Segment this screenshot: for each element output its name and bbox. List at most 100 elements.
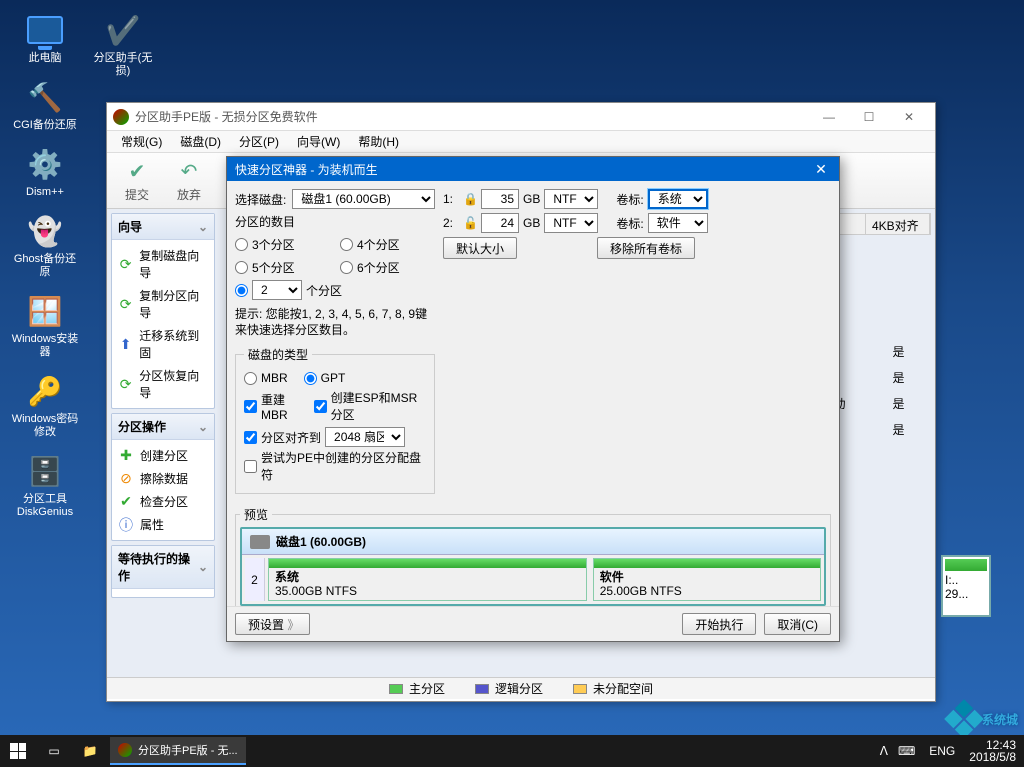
titlebar: 分区助手PE版 - 无损分区免费软件 — ☐ ✕ [107, 103, 935, 131]
desktop-icon[interactable]: 此电脑 [10, 10, 80, 65]
desktop-icon[interactable]: ✔️分区助手(无损) [88, 10, 158, 78]
fs-select[interactable]: NTFS [544, 213, 598, 233]
clock-date: 2018/5/8 [969, 751, 1016, 763]
custom-count-radio[interactable] [235, 284, 248, 297]
quick-partition-dialog: 快速分区神器 - 为装机而生 ✕ 选择磁盘: 磁盘1 (60.00GB) 分区的… [226, 156, 840, 642]
count-radio[interactable]: 3个分区 [235, 236, 330, 253]
size-input[interactable] [481, 213, 519, 233]
legend-item: 逻辑分区 [475, 680, 543, 697]
sidebar-item[interactable]: ⬆迁移系统到固 [116, 324, 210, 364]
fs-select[interactable]: NTFS [544, 189, 598, 209]
disk-icon [250, 535, 270, 549]
maximize-button[interactable]: ☐ [849, 106, 889, 128]
taskbar-app-icon [118, 743, 132, 757]
legend-item: 主分区 [389, 680, 445, 697]
desktop-icon[interactable]: 🗄️分区工具DiskGenius [10, 451, 80, 519]
rb-size: 29... [945, 587, 987, 601]
disk-preview: 磁盘1 (60.00GB) 2系统35.00GB NTFS软件25.00GB N… [240, 527, 826, 606]
default-size-button[interactable]: 默认大小 [443, 237, 517, 259]
sidebar-item[interactable]: ⟳复制磁盘向导 [116, 244, 210, 284]
try-pe-check[interactable]: 尝试为PE中创建的分区分配盘符 [244, 449, 426, 483]
panel-header[interactable]: 等待执行的操作⌄ [112, 546, 214, 589]
disk-select-label: 选择磁盘: [235, 191, 286, 208]
menu-item[interactable]: 分区(P) [231, 131, 287, 152]
start-button[interactable] [0, 735, 36, 767]
task-view-button[interactable]: ▭ [36, 744, 72, 758]
watermark: 系统城 [950, 705, 1018, 733]
sidebar-item[interactable]: ⊘擦除数据 [116, 467, 210, 490]
panel-header[interactable]: 分区操作⌄ [112, 414, 214, 440]
taskbar-app[interactable]: 分区助手PE版 - 无... [110, 737, 246, 765]
desktop-icons-col1: 此电脑 🔨CGI备份还原 ⚙️Dism++ 👻Ghost备份还原 🪟Windows安装器… [10, 10, 80, 519]
lock-icon: 🔓 [463, 216, 477, 230]
count-radio[interactable]: 6个分区 [340, 259, 435, 276]
sidebar-item[interactable]: ✚创建分区 [116, 444, 210, 467]
disk-select[interactable]: 磁盘1 (60.00GB) [292, 189, 435, 209]
lock-icon: 🔒 [463, 192, 477, 206]
menu-item[interactable]: 帮助(H) [350, 131, 407, 152]
align-row[interactable]: 分区对齐到 2048 扇区 [244, 427, 426, 447]
desktop-icon[interactable]: 🔨CGI备份还原 [10, 77, 80, 132]
panel-header[interactable]: 向导⌄ [112, 214, 214, 240]
desktop-icon[interactable]: 🪟Windows安装器 [10, 291, 80, 359]
desktop-icons-col2: ✔️分区助手(无损) [88, 10, 158, 78]
create-esp-check[interactable]: 创建ESP和MSR分区 [314, 389, 426, 423]
custom-count-select[interactable]: 2 [252, 280, 302, 300]
preview-parts: 2系统35.00GB NTFS软件25.00GB NTFS [242, 554, 824, 604]
menubar: 常规(G)磁盘(D)分区(P)向导(W)帮助(H) [107, 131, 935, 153]
size-input[interactable] [481, 189, 519, 209]
taskbar: ▭ 📁 分区助手PE版 - 无... ᐱ ⌨ ENG 12:43 2018/5/… [0, 735, 1024, 767]
gpt-radio[interactable]: GPT [304, 371, 346, 385]
preview-partition: 软件25.00GB NTFS [593, 558, 821, 601]
volume-select[interactable]: 软件 [648, 213, 708, 233]
custom-count-row[interactable]: 2 个分区 [235, 280, 435, 300]
right-partition-strip: I:..29... [941, 555, 991, 617]
disk-name: 磁盘1 (60.00GB) [276, 533, 366, 550]
mbr-radio[interactable]: MBR [244, 371, 288, 385]
app-icon [113, 109, 129, 125]
rb-label: I:.. [945, 573, 987, 587]
partition-count-label: 分区的数目 [235, 213, 435, 230]
preset-button[interactable]: 预设置 》 [235, 613, 310, 635]
cancel-button[interactable]: 取消(C) [764, 613, 831, 635]
remove-labels-button[interactable]: 移除所有卷标 [597, 237, 695, 259]
dialog-titlebar: 快速分区神器 - 为装机而生 ✕ [227, 157, 839, 181]
preview-count: 2 [245, 558, 265, 601]
statusbar: 主分区 逻辑分区 未分配空间 [107, 677, 935, 699]
menu-item[interactable]: 向导(W) [289, 131, 348, 152]
desktop-icon[interactable]: 👻Ghost备份还原 [10, 211, 80, 279]
count-radio[interactable]: 5个分区 [235, 259, 330, 276]
dialog-title: 快速分区神器 - 为装机而生 [235, 161, 378, 178]
tray-keyboard-icon[interactable]: ⌨ [898, 744, 915, 758]
align-select[interactable]: 2048 扇区 [325, 427, 405, 447]
sidebar-item[interactable]: ⟳分区恢复向导 [116, 364, 210, 404]
rebuild-mbr-check[interactable]: 重建MBR [244, 389, 304, 423]
sidebar-item[interactable]: ⓘ属性 [116, 513, 210, 536]
window-title: 分区助手PE版 - 无损分区免费软件 [135, 108, 809, 125]
explorer-button[interactable]: 📁 [72, 744, 108, 758]
count-radio[interactable]: 4个分区 [340, 236, 435, 253]
hint-text: 提示: 您能按1, 2, 3, 4, 5, 6, 7, 8, 9键来快速选择分区… [235, 306, 435, 338]
partition-lines: 1:🔒GBNTFS卷标:系统2:🔓GBNTFS卷标:软件 [443, 189, 831, 233]
preview-partition: 系统35.00GB NTFS [268, 558, 587, 601]
taskbar-app-label: 分区助手PE版 - 无... [138, 742, 238, 758]
start-button[interactable]: 开始执行 [682, 613, 756, 635]
clock[interactable]: 12:43 2018/5/8 [969, 739, 1016, 763]
volume-select[interactable]: 系统 [648, 189, 708, 209]
toolbar-button[interactable]: ✔提交 [113, 156, 161, 206]
toolbar-button[interactable]: ↶放弃 [165, 156, 213, 206]
menu-item[interactable]: 常规(G) [113, 131, 170, 152]
desktop-icon[interactable]: ⚙️Dism++ [10, 144, 80, 199]
tray-chevron-icon[interactable]: ᐱ [880, 744, 888, 758]
minimize-button[interactable]: — [809, 106, 849, 128]
partition-count-radios: 3个分区 4个分区 5个分区 6个分区 [235, 234, 435, 278]
close-button[interactable]: ✕ [889, 106, 929, 128]
language-indicator[interactable]: ENG [925, 744, 959, 758]
legend-item: 未分配空间 [573, 680, 653, 697]
menu-item[interactable]: 磁盘(D) [172, 131, 229, 152]
sidebar-item[interactable]: ⟳复制分区向导 [116, 284, 210, 324]
sidebar-item[interactable]: ✔检查分区 [116, 490, 210, 513]
desktop-icon[interactable]: 🔑Windows密码修改 [10, 371, 80, 439]
dialog-close-button[interactable]: ✕ [811, 160, 831, 178]
sidebar: 向导⌄ ⟳复制磁盘向导⟳复制分区向导⬆迁移系统到固⟳分区恢复向导分区操作⌄ ✚创建分… [107, 209, 219, 677]
